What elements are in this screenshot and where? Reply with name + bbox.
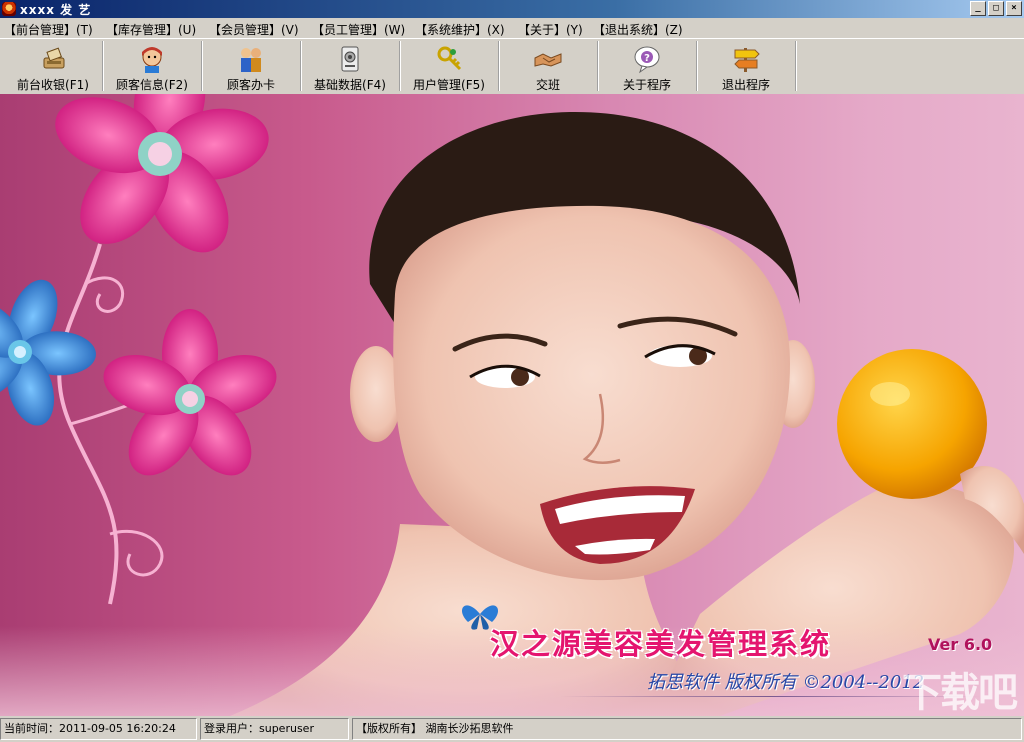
minimize-button[interactable]: _	[970, 1, 986, 16]
customer-info-button[interactable]: 顾客信息(F2)	[103, 41, 202, 92]
menu-system[interactable]: 【系统维护】(X)	[415, 21, 505, 38]
member-card-label: 顾客办卡	[226, 78, 275, 92]
window-title: xxxx 发 艺	[20, 3, 92, 17]
menu-bar: 【前台管理】(T) 【库存管理】(U) 【会员管理】(V) 【员工管理】(W) …	[0, 18, 1024, 38]
status-current-time: 当前时间：2011-09-05 16:20:24	[0, 718, 197, 740]
close-button[interactable]: ×	[1006, 1, 1022, 16]
about-program-label: 关于程序	[622, 78, 671, 92]
member-card-button[interactable]: 顾客办卡	[202, 41, 301, 92]
status-login-user: 登录用户：superuser	[200, 718, 349, 740]
copyright-banner: 拓思软件 版权所有 ©2004--2012	[647, 672, 925, 693]
menu-staff[interactable]: 【员工管理】(W)	[312, 21, 405, 38]
watermark-text: 下载吧	[902, 670, 1018, 716]
customer-info-icon	[142, 47, 162, 73]
exit-program-button[interactable]: 退出程序	[697, 41, 796, 92]
database-icon	[341, 46, 359, 72]
window-controls: _ □ ×	[970, 1, 1022, 16]
app-icon	[2, 2, 16, 16]
status-copyright: 【版权所有】 湖南长沙拓思软件	[352, 718, 1022, 740]
customer-info-label: 顾客信息(F2)	[116, 78, 188, 92]
svg-text:?: ?	[644, 53, 650, 64]
product-version: Ver 6.0	[928, 635, 993, 654]
menu-about[interactable]: 【关于】(Y)	[518, 21, 583, 38]
menu-members[interactable]: 【会员管理】(V)	[209, 21, 299, 38]
toolbar: 前台收银(F1) 顾客信息(F2) 顾客办卡 基础数据(F4) 用户管理(F5)…	[0, 38, 1024, 95]
title-bar: xxxx 发 艺 _ □ ×	[0, 0, 1024, 18]
help-icon: ?	[634, 46, 660, 74]
about-program-button[interactable]: ? 关于程序	[598, 41, 697, 92]
cash-register-icon	[43, 47, 65, 69]
key-icon	[437, 46, 462, 71]
front-cashier-label: 前台收银(F1)	[17, 78, 89, 92]
handshake-icon	[534, 53, 562, 67]
basic-data-label: 基础数据(F4)	[314, 78, 386, 92]
basic-data-button[interactable]: 基础数据(F4)	[301, 41, 400, 92]
restore-button[interactable]: □	[988, 1, 1004, 16]
exit-program-label: 退出程序	[721, 78, 770, 92]
menu-front-desk[interactable]: 【前台管理】(T)	[4, 21, 93, 38]
shift-change-button[interactable]: 交班	[499, 41, 598, 92]
front-cashier-button[interactable]: 前台收银(F1)	[4, 41, 103, 92]
member-card-icon	[241, 48, 261, 72]
product-title: 汉之源美容美发管理系统	[490, 627, 832, 661]
status-bar: 当前时间：2011-09-05 16:20:24 登录用户：superuser …	[0, 716, 1024, 742]
menu-exit[interactable]: 【退出系统】(Z)	[593, 21, 683, 38]
user-management-label: 用户管理(F5)	[413, 78, 485, 92]
splash-banner: 汉之源美容美发管理系统 Ver 6.0 拓思软件 版权所有 ©2004--201…	[0, 94, 1024, 716]
user-management-button[interactable]: 用户管理(F5)	[400, 41, 499, 92]
menu-inventory[interactable]: 【库存管理】(U)	[106, 21, 196, 38]
shift-change-label: 交班	[535, 78, 560, 92]
exit-icon	[734, 48, 760, 72]
